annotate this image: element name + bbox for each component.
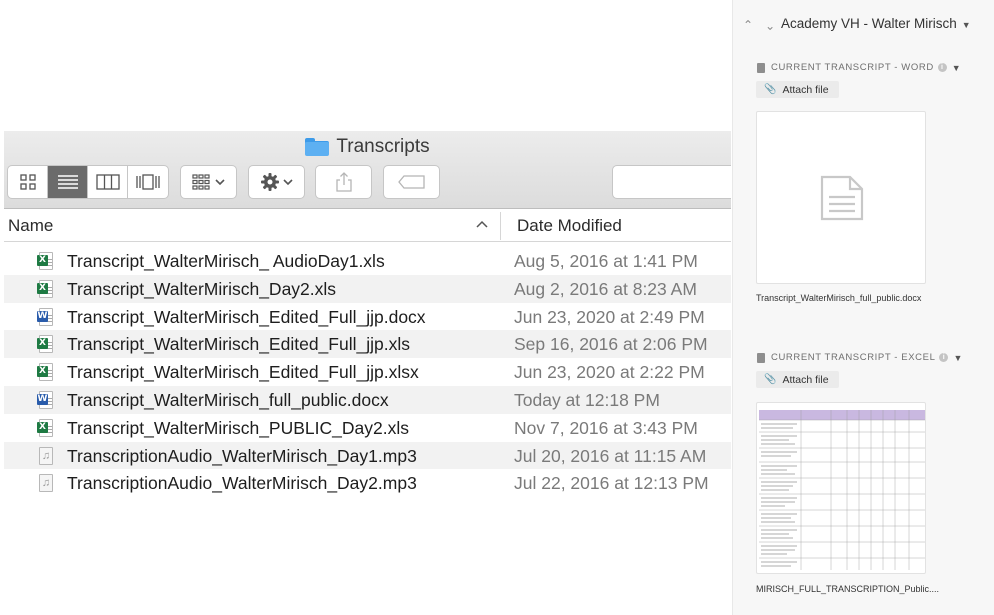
- spreadsheet-preview-image: [759, 410, 925, 570]
- excel-file-icon: X: [37, 279, 55, 298]
- file-name: Transcript_WalterMirisch_ AudioDay1.xls: [67, 251, 385, 271]
- excel-attach-file-button[interactable]: 📎 Attach file: [756, 371, 839, 388]
- file-name: Transcript_WalterMirisch_Edited_Full_jjp…: [67, 306, 426, 327]
- file-date-modified: Nov 7, 2016 at 3:43 PM: [514, 417, 698, 438]
- info-icon[interactable]: i: [937, 63, 947, 72]
- gallery-view-button[interactable]: [128, 166, 168, 198]
- file-date-modified: Aug 2, 2016 at 8:23 AM: [514, 278, 697, 299]
- info-icon[interactable]: i: [939, 353, 949, 362]
- attach-file-label: Attach file: [782, 373, 829, 386]
- excel-file-thumbnail[interactable]: [756, 402, 926, 574]
- document-icon: [757, 352, 765, 363]
- word-file-thumbnail[interactable]: [756, 111, 926, 284]
- file-row[interactable]: ♫ TranscriptionAudio_WalterMirisch_Day1.m…: [4, 441, 731, 470]
- list-view-button[interactable]: [48, 166, 88, 198]
- excel-transcript-label: CURRENT TRANSCRIPT - EXCEL i ▼: [757, 352, 963, 363]
- column-divider[interactable]: [500, 212, 501, 240]
- excel-file-name[interactable]: MIRISCH_FULL_TRANSCRIPTION_Public....: [756, 584, 939, 594]
- icon-view-icon: [19, 174, 36, 190]
- word-file-icon: W: [37, 390, 55, 409]
- file-date-modified: Jun 23, 2020 at 2:22 PM: [514, 362, 705, 383]
- file-row[interactable]: ♫ TranscriptionAudio_WalterMirisch_Day2.m…: [4, 469, 731, 496]
- finder-toolbar: Transcripts: [4, 131, 731, 209]
- column-view-button[interactable]: [88, 166, 128, 198]
- file-name: Transcript_WalterMirisch_Day2.xls: [67, 278, 337, 299]
- file-list: X Transcript_WalterMirisch_ AudioDay1.xls…: [4, 247, 731, 496]
- folder-icon: [305, 138, 330, 156]
- excel-file-icon: X: [37, 418, 55, 437]
- window-title-text: Transcripts: [336, 136, 430, 157]
- caret-down-icon[interactable]: ▼: [953, 353, 963, 363]
- file-row[interactable]: X Transcript_WalterMirisch_Edited_Full_jj…: [4, 330, 731, 359]
- chevron-down-icon[interactable]: ⌃: [759, 18, 775, 32]
- file-row[interactable]: X Transcript_WalterMirisch_Edited_Full_jj…: [4, 358, 731, 386]
- column-header: Name Date Modified: [4, 210, 731, 242]
- finder-window: Transcripts Name Date Modified X Transcr…: [4, 131, 731, 496]
- window-title: Transcripts: [4, 135, 731, 159]
- file-row[interactable]: X Transcript_WalterMirisch_PUBLIC_Day2.xl…: [4, 414, 731, 442]
- action-button[interactable]: [248, 165, 305, 199]
- paperclip-icon: 📎: [764, 374, 777, 385]
- file-name: Transcript_WalterMirisch_full_public.doc…: [67, 389, 389, 410]
- group-icon: [191, 174, 225, 190]
- excel-transcript-label-text: CURRENT TRANSCRIPT - EXCEL: [771, 352, 936, 363]
- excel-file-icon: X: [37, 252, 55, 270]
- audio-file-icon: ♫: [37, 474, 55, 493]
- attach-file-label: Attach file: [782, 83, 829, 96]
- file-name: Transcript_WalterMirisch_PUBLIC_Day2.xls: [67, 417, 409, 438]
- file-name: Transcript_WalterMirisch_Edited_Full_jjp…: [67, 362, 419, 383]
- file-date-modified: Today at 12:18 PM: [514, 389, 660, 410]
- share-icon: [335, 172, 352, 192]
- search-field[interactable]: [612, 165, 731, 199]
- column-date-header[interactable]: Date Modified: [517, 216, 622, 236]
- record-title[interactable]: Academy VH - Walter Mirisch ▼: [781, 16, 971, 31]
- tag-icon: [397, 175, 425, 189]
- caret-down-icon[interactable]: ▼: [952, 63, 962, 73]
- word-file-icon: W: [37, 307, 55, 326]
- document-icon: [757, 62, 765, 73]
- gallery-view-icon: [136, 174, 160, 190]
- file-row[interactable]: X Transcript_WalterMirisch_ AudioDay1.xls…: [4, 247, 731, 275]
- column-name-header[interactable]: Name: [8, 216, 53, 236]
- paperclip-icon: 📎: [764, 84, 777, 95]
- file-date-modified: Jul 22, 2016 at 12:13 PM: [514, 473, 709, 494]
- share-button[interactable]: [315, 165, 372, 199]
- gear-icon: [260, 173, 293, 191]
- excel-file-icon: X: [37, 363, 55, 382]
- tag-button[interactable]: [383, 165, 440, 199]
- icon-view-button[interactable]: [8, 166, 48, 198]
- caret-down-icon: ▼: [961, 20, 971, 30]
- view-mode-control: [7, 165, 169, 199]
- excel-file-icon: X: [37, 335, 55, 354]
- record-nav-arrows[interactable]: ⌃⌃: [743, 18, 775, 32]
- file-name: Transcript_WalterMirisch_Edited_Full_jjp…: [67, 334, 410, 355]
- word-transcript-label-text: CURRENT TRANSCRIPT - WORD: [771, 62, 934, 73]
- record-title-text: Academy VH - Walter Mirisch: [781, 16, 957, 31]
- audio-file-icon: ♫: [37, 446, 55, 465]
- file-row[interactable]: W Transcript_WalterMirisch_full_public.do…: [4, 385, 731, 414]
- list-view-icon: [57, 175, 78, 189]
- file-row[interactable]: X Transcript_WalterMirisch_Day2.xls Aug 2,…: [4, 274, 731, 303]
- file-date-modified: Sep 16, 2016 at 2:06 PM: [514, 334, 708, 355]
- column-view-icon: [95, 174, 120, 190]
- file-name: TranscriptionAudio_WalterMirisch_Day1.mp…: [67, 445, 417, 466]
- chevron-up-icon[interactable]: ⌃: [743, 18, 759, 32]
- record-detail-panel: ⌃⌃ Academy VH - Walter Mirisch ▼ CURRENT …: [732, 0, 994, 615]
- file-date-modified: Jun 23, 2020 at 2:49 PM: [514, 306, 705, 327]
- sort-ascending-icon[interactable]: [476, 220, 488, 228]
- group-button[interactable]: [180, 165, 237, 199]
- file-row[interactable]: W Transcript_WalterMirisch_Edited_Full_jj…: [4, 303, 731, 331]
- file-date-modified: Aug 5, 2016 at 1:41 PM: [514, 251, 698, 271]
- word-attach-file-button[interactable]: 📎 Attach file: [756, 81, 839, 98]
- file-date-modified: Jul 20, 2016 at 11:15 AM: [514, 445, 707, 466]
- word-file-name[interactable]: Transcript_WalterMirisch_full_public.doc…: [756, 293, 921, 303]
- document-placeholder-icon: [820, 175, 864, 221]
- file-name: TranscriptionAudio_WalterMirisch_Day2.mp…: [67, 473, 417, 494]
- word-transcript-label: CURRENT TRANSCRIPT - WORD i ▼: [757, 62, 961, 73]
